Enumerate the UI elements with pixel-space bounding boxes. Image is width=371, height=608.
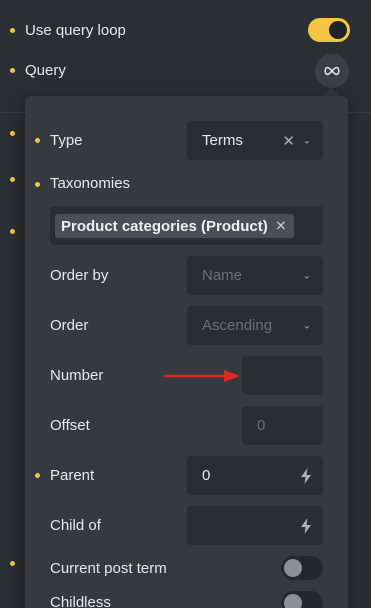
use-query-loop-label: Use query loop	[25, 21, 126, 39]
number-input[interactable]	[242, 356, 323, 395]
order-by-label: Order by	[50, 267, 109, 284]
clear-icon[interactable]: ✕	[282, 132, 295, 150]
query-settings-button[interactable]	[315, 54, 349, 88]
order-by-select[interactable]: Name ⌄	[187, 256, 323, 295]
dynamic-indicator-dot	[35, 138, 40, 143]
type-label: Type	[50, 132, 83, 149]
dynamic-indicator-dot	[10, 27, 15, 33]
dynamic-indicator-dot	[35, 473, 40, 478]
order-label: Order	[50, 317, 89, 334]
taxonomies-multiselect[interactable]: Product categories (Product) ✕	[50, 206, 323, 245]
toggle-knob	[284, 594, 302, 608]
current-post-term-toggle[interactable]	[281, 556, 323, 580]
childless-toggle[interactable]	[281, 591, 323, 608]
order-select[interactable]: Ascending ⌄	[187, 306, 323, 345]
type-select[interactable]: Terms ✕ ⌄	[187, 121, 323, 160]
annotation-arrow-icon	[164, 370, 240, 382]
child-of-label: Child of	[50, 517, 101, 534]
offset-input[interactable]: 0	[242, 406, 323, 445]
order-placeholder: Ascending	[202, 317, 273, 334]
order-by-placeholder: Name	[202, 267, 243, 284]
query-popup-panel: Type Terms ✕ ⌄ Taxonomies Product catego…	[25, 96, 348, 608]
taxonomy-tag-label: Product categories (Product)	[61, 217, 268, 235]
dynamic-indicator-dot	[10, 131, 15, 136]
toggle-knob	[329, 21, 347, 39]
taxonomy-tag: Product categories (Product) ✕	[55, 214, 294, 238]
parent-input[interactable]: 0	[187, 456, 323, 495]
offset-label: Offset	[50, 417, 90, 434]
dynamic-indicator-dot	[10, 229, 15, 234]
offset-placeholder: 0	[257, 417, 266, 434]
chevron-down-icon: ⌄	[302, 320, 311, 331]
remove-tag-icon[interactable]: ✕	[275, 218, 287, 235]
parent-value: 0	[202, 467, 211, 484]
dynamic-indicator-dot	[35, 182, 40, 187]
infinity-icon	[324, 66, 340, 76]
use-query-loop-toggle[interactable]	[308, 18, 350, 42]
dynamic-data-icon[interactable]	[299, 467, 313, 485]
dynamic-data-icon[interactable]	[299, 517, 313, 535]
taxonomies-label: Taxonomies	[50, 175, 131, 192]
chevron-down-icon: ⌄	[302, 135, 311, 146]
dynamic-indicator-dot	[10, 561, 15, 566]
number-label: Number	[50, 367, 104, 384]
parent-label: Parent	[50, 467, 95, 484]
toggle-knob	[284, 559, 302, 577]
query-settings-canvas: Use query loop Query Type Terms ✕ ⌄ Taxo…	[0, 0, 371, 608]
child-of-input[interactable]	[187, 506, 323, 545]
chevron-down-icon: ⌄	[302, 270, 311, 281]
dynamic-indicator-dot	[10, 67, 15, 73]
type-value: Terms	[202, 132, 243, 149]
dynamic-indicator-dot	[10, 177, 15, 182]
query-label: Query	[25, 61, 66, 79]
childless-label: Childless	[50, 594, 111, 608]
current-post-term-label: Current post term	[50, 560, 167, 577]
